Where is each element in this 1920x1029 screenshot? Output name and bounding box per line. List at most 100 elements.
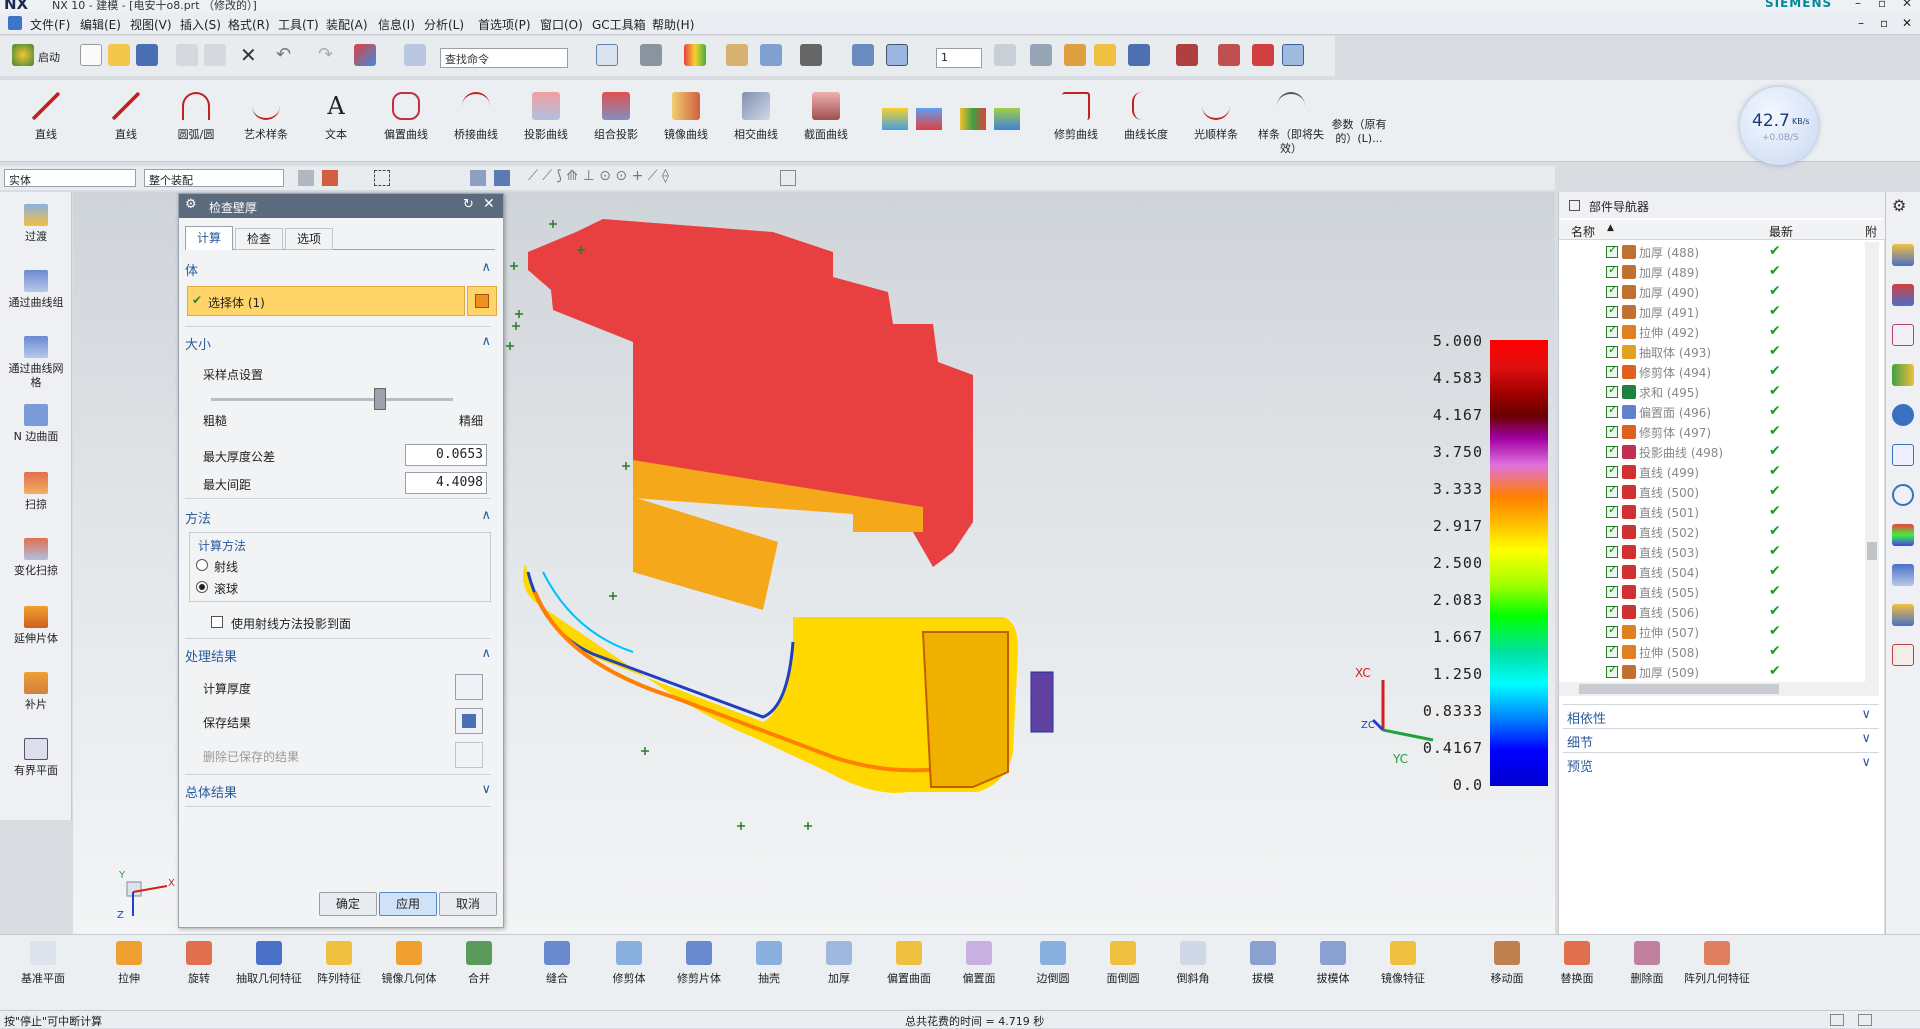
process-studio-icon[interactable] (1892, 564, 1914, 586)
delete-icon[interactable]: ✕ (240, 43, 257, 67)
section-method-header[interactable]: 方法 ∧ (185, 508, 491, 530)
swept-button[interactable]: 扫掠 (4, 472, 68, 512)
max-gap-input[interactable]: 4.4098 (405, 472, 487, 494)
col-attach[interactable]: 附 (1865, 223, 1877, 240)
wcs-icon[interactable] (852, 44, 874, 66)
ok-button[interactable]: 确定 (319, 892, 377, 916)
tree-row[interactable]: 偏置面 (496) ✔ (1559, 402, 1865, 422)
status-icon[interactable] (1830, 1014, 1844, 1026)
panel-preview[interactable]: 预览 ∨ (1563, 752, 1879, 775)
open-folder-icon[interactable] (108, 44, 130, 66)
dialog-title-bar[interactable]: ⚙ 检查壁厚 ↻ ✕ (179, 194, 503, 218)
variational-sweep-button[interactable]: 变化扫掠 (4, 538, 68, 578)
command-search-input[interactable]: 查找命令 (440, 48, 568, 68)
feature-button[interactable]: 抽壳 (736, 941, 802, 986)
tab-options[interactable]: 选项 (285, 228, 333, 250)
work-layer-select[interactable]: 1 (936, 48, 982, 68)
visibility-checkbox[interactable] (1606, 283, 1618, 298)
tree-row[interactable]: 直线 (500) ✔ (1559, 482, 1865, 502)
feature-button[interactable]: 替换面 (1544, 941, 1610, 986)
curve-gallery-icon[interactable] (882, 108, 908, 130)
history-icon[interactable] (1892, 484, 1914, 506)
fit-view-icon[interactable] (596, 44, 618, 66)
settings-gear-icon[interactable]: ⚙ (1892, 196, 1914, 218)
system-materials-icon[interactable] (1892, 524, 1914, 546)
visibility-checkbox[interactable] (1606, 643, 1618, 658)
tree-row[interactable]: 拉伸 (492) ✔ (1559, 322, 1865, 342)
feature-button[interactable]: 移动面 (1474, 941, 1540, 986)
render-style-icon[interactable] (640, 44, 662, 66)
menu-insert[interactable]: 插入(S) (180, 16, 221, 33)
arc-circle-button[interactable]: 圆弧/圆 (166, 92, 226, 142)
menu-assembly[interactable]: 装配(A) (326, 16, 368, 33)
tree-row[interactable]: 修剪体 (494) ✔ (1559, 362, 1865, 382)
feature-button[interactable]: 偏置面 (946, 941, 1012, 986)
edge-display-icon[interactable] (684, 44, 706, 66)
menu-view[interactable]: 视图(V) (130, 16, 172, 33)
section-size-header[interactable]: 大小 ∧ (185, 334, 491, 356)
smooth-spline-button[interactable]: 光顺样条 (1186, 92, 1246, 142)
visibility-checkbox[interactable] (1606, 243, 1618, 258)
feature-button[interactable]: 拔模 (1230, 941, 1296, 986)
intersection-curve-button[interactable]: 相交曲线 (726, 92, 786, 142)
part-navigator-icon[interactable] (1892, 324, 1914, 346)
selection-scope-select[interactable]: 整个装配 (144, 169, 284, 187)
feature-button[interactable]: 修剪体 (596, 941, 662, 986)
menu-help[interactable]: 帮助(H) (652, 16, 694, 33)
feature-button[interactable]: 偏置曲面 (876, 941, 942, 986)
trim-curve-button[interactable]: 修剪曲线 (1046, 92, 1106, 142)
radio-ray[interactable] (196, 559, 208, 571)
parameters-legacy-button[interactable]: 参数（原有的）(L)... (1326, 110, 1392, 146)
start-icon[interactable] (12, 44, 34, 66)
select-curve-rule-icon[interactable] (322, 170, 338, 186)
curve-length-button[interactable]: 曲线长度 (1116, 92, 1176, 142)
col-latest[interactable]: 最新 (1769, 223, 1793, 240)
hd3d-icon[interactable] (1892, 404, 1914, 426)
feature-button[interactable]: 抽取几何特征 (236, 941, 302, 986)
feature-button[interactable]: 边倒圆 (1020, 941, 1086, 986)
visibility-checkbox[interactable] (1606, 443, 1618, 458)
tree-row[interactable]: 直线 (502) ✔ (1559, 522, 1865, 542)
project-faces-checkbox[interactable] (211, 616, 223, 628)
section-body-header[interactable]: 体 ∧ (185, 260, 491, 282)
visibility-checkbox[interactable] (1606, 323, 1618, 338)
menu-gc-toolbox[interactable]: GC工具箱 (592, 16, 646, 33)
reuse-library-icon[interactable] (1892, 364, 1914, 386)
tree-row[interactable]: 抽取体 (493) ✔ (1559, 342, 1865, 362)
mirror-curve-button[interactable]: 镜像曲线 (656, 92, 716, 142)
doc-restore-button[interactable]: ▫ (1880, 16, 1888, 30)
dimension-icon[interactable] (1218, 44, 1240, 66)
feature-button[interactable]: 阵列特征 (306, 941, 372, 986)
layer-settings-icon[interactable] (994, 44, 1016, 66)
manufacturing-wizard-icon[interactable] (1892, 604, 1914, 626)
new-file-icon[interactable] (80, 44, 102, 66)
snap-grid-icon[interactable] (780, 170, 796, 186)
tree-row[interactable]: 加厚 (509) ✔ (1559, 662, 1865, 682)
feature-button[interactable]: 旋转 (166, 941, 232, 986)
save-icon[interactable] (136, 44, 158, 66)
menu-info[interactable]: 信息(I) (378, 16, 415, 33)
spline-legacy-button[interactable]: 样条（即将失效） (1256, 92, 1326, 156)
visibility-checkbox[interactable] (1606, 263, 1618, 278)
feature-button[interactable]: 加厚 (806, 941, 872, 986)
visibility-checkbox[interactable] (1606, 463, 1618, 478)
tree-row[interactable]: 加厚 (491) ✔ (1559, 302, 1865, 322)
maximize-button[interactable]: ▫ (1878, 0, 1886, 10)
radio-rolling-ball[interactable] (196, 581, 208, 593)
tree-row[interactable]: 直线 (499) ✔ (1559, 462, 1865, 482)
tree-row[interactable]: 拉伸 (508) ✔ (1559, 642, 1865, 662)
section-view-icon[interactable] (726, 44, 748, 66)
dialog-close-icon[interactable]: ✕ (483, 196, 495, 212)
menu-file[interactable]: 文件(F) (30, 16, 70, 33)
assembly-navigator-icon[interactable] (1892, 244, 1914, 266)
tree-row[interactable]: 加厚 (490) ✔ (1559, 282, 1865, 302)
visibility-checkbox[interactable] (1606, 303, 1618, 318)
app-menu-icon[interactable] (8, 16, 22, 30)
select-mode-icon[interactable] (1128, 44, 1150, 66)
tree-row[interactable]: 投影曲线 (498) ✔ (1559, 442, 1865, 462)
visibility-checkbox[interactable] (1606, 423, 1618, 438)
show-hide-icon[interactable] (1064, 44, 1086, 66)
through-curve-mesh-button[interactable]: 通过曲线网格 (4, 336, 68, 390)
n-sided-surface-button[interactable]: N 边曲面 (4, 404, 68, 444)
snap-line-icon[interactable]: ⟋ ⟋ ⟆ ⟰ ⊥ ⊙ ⊙ + ⟋ ⟠ (528, 168, 669, 184)
